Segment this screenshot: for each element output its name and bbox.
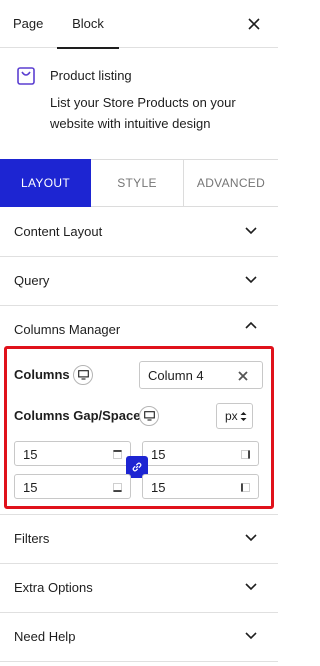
close-icon[interactable]: [246, 16, 262, 32]
section-label: Extra Options: [14, 580, 93, 595]
chevron-down-icon: [245, 227, 257, 235]
gap-bottom-input[interactable]: 15: [14, 474, 131, 499]
gap-left-value: 15: [151, 480, 166, 495]
panel-tabs: LAYOUT STYLE ADVANCED: [0, 159, 278, 207]
border-left-icon: [241, 483, 250, 492]
section-filters[interactable]: Filters: [0, 515, 278, 564]
link-icon: [132, 462, 142, 472]
tab-layout[interactable]: LAYOUT: [0, 159, 91, 207]
section-extra-options[interactable]: Extra Options: [0, 564, 278, 613]
desktop-icon[interactable]: [139, 406, 159, 426]
gap-left-input[interactable]: 15: [142, 474, 259, 499]
border-bottom-icon: [113, 483, 122, 492]
section-content-layout[interactable]: Content Layout: [0, 208, 278, 257]
tab-page[interactable]: Page: [13, 0, 43, 48]
section-need-help[interactable]: Need Help: [0, 613, 278, 662]
tab-style[interactable]: STYLE: [91, 160, 184, 206]
section-query[interactable]: Query: [0, 257, 278, 306]
block-title: Product listing: [50, 68, 132, 83]
block-card: Product listing List your Store Products…: [0, 48, 278, 158]
columns-select[interactable]: Column 4: [139, 361, 263, 389]
chevron-down-icon: [245, 632, 257, 640]
gap-top-value: 15: [23, 447, 38, 462]
gap-bottom-value: 15: [23, 480, 38, 495]
clear-icon[interactable]: [238, 371, 248, 381]
chevron-down-icon: [245, 534, 257, 542]
gap-top-input[interactable]: 15: [14, 441, 131, 466]
gap-right-value: 15: [151, 447, 166, 462]
border-right-icon: [241, 450, 250, 459]
shopping-bag-icon: [17, 67, 35, 85]
unit-select-value: px: [225, 409, 238, 423]
columns-select-value: Column 4: [148, 368, 204, 383]
section-label: Need Help: [14, 629, 76, 644]
border-top-icon: [113, 450, 122, 459]
top-tabs: Page Block: [0, 0, 278, 49]
block-description: List your Store Products on your website…: [50, 95, 236, 131]
section-label: Content Layout: [14, 224, 103, 239]
chevron-up-icon: [245, 321, 257, 329]
columns-gap-label: Columns Gap/Space: [14, 408, 141, 423]
desktop-icon[interactable]: [73, 365, 93, 385]
section-label: Columns Manager: [14, 322, 121, 337]
tab-block[interactable]: Block: [57, 0, 119, 49]
section-label: Filters: [14, 531, 50, 546]
up-down-arrows-icon: [240, 412, 247, 421]
columns-label: Columns: [14, 367, 70, 382]
columns-manager-panel: Columns Column 4 Columns Gap/Space px 15…: [4, 346, 274, 509]
unit-select[interactable]: px: [216, 403, 253, 429]
tab-advanced[interactable]: ADVANCED: [184, 160, 278, 206]
section-columns-manager[interactable]: Columns Manager: [0, 306, 278, 346]
chevron-down-icon: [245, 583, 257, 591]
chevron-down-icon: [245, 276, 257, 284]
section-label: Query: [14, 273, 50, 288]
gap-right-input[interactable]: 15: [142, 441, 259, 466]
